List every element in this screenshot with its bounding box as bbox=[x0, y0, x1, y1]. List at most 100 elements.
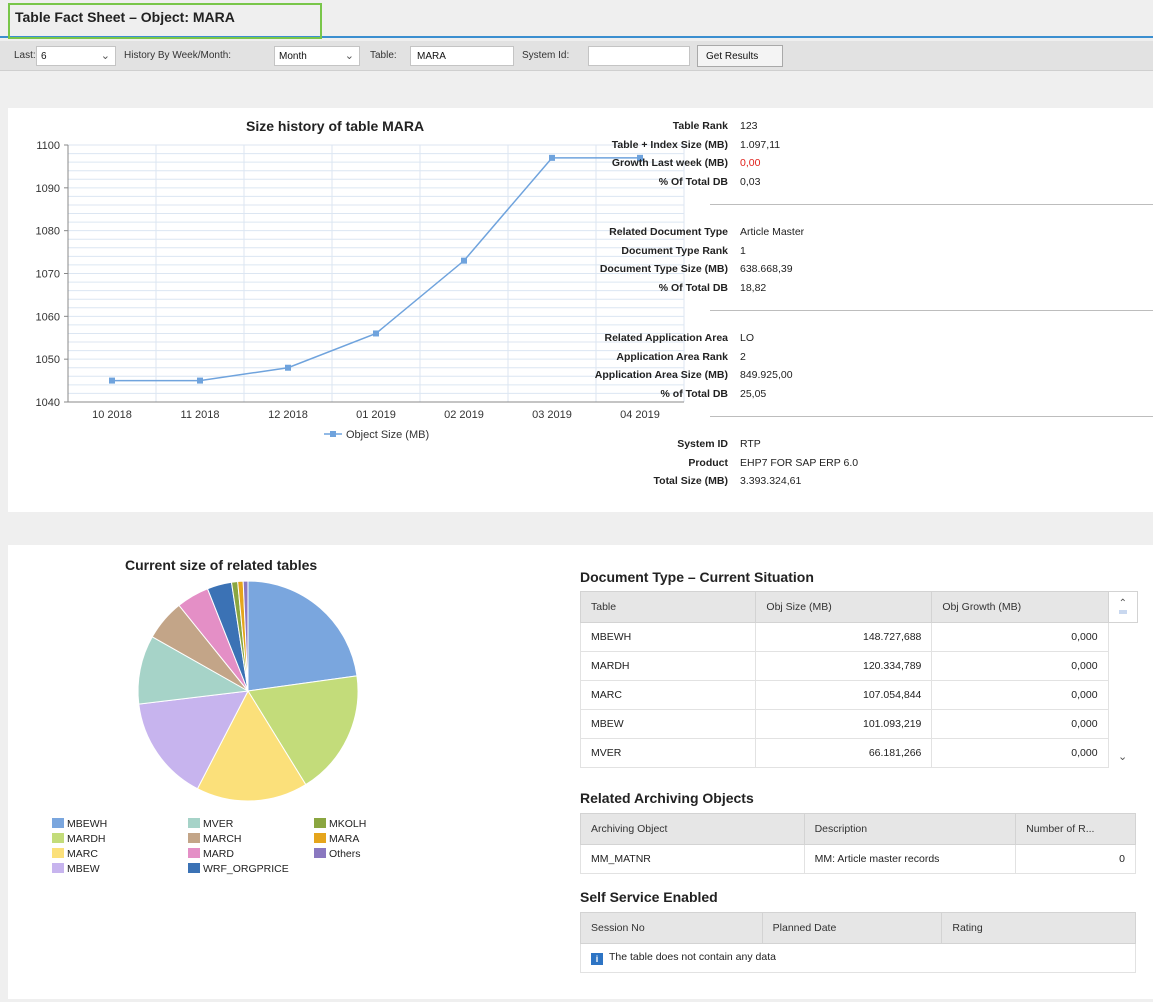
fact-label: % of Total DB bbox=[660, 387, 728, 400]
legend-item[interactable]: Others bbox=[314, 848, 361, 860]
table-row[interactable]: MBEWH 148.727,688 0,000 bbox=[579, 622, 1138, 652]
table-row[interactable]: MARC 107.054,844 0,000 bbox=[579, 680, 1138, 710]
table-input[interactable]: MARA bbox=[410, 46, 514, 66]
table-row[interactable]: MM_MATNR MM: Article master records 0 bbox=[580, 844, 1136, 874]
scroll-track[interactable] bbox=[1107, 651, 1138, 681]
self-service-title: Self Service Enabled bbox=[580, 889, 718, 905]
fact-value: 3.393.324,61 bbox=[740, 475, 802, 487]
table-overview-panel: Size history of table MARA 1040 1050 1060 1… bbox=[8, 108, 1153, 512]
number-cell: 0 bbox=[1015, 844, 1136, 874]
table-name-cell: MBEWH bbox=[579, 622, 757, 652]
description-cell: MM: Article master records bbox=[803, 844, 1017, 874]
facts-panel: Table Rank 123 Table + Index Size (MB) 1.09… bbox=[468, 108, 1153, 512]
col-header-description[interactable]: Description bbox=[803, 813, 1017, 845]
table-label: Table: bbox=[370, 50, 397, 61]
history-select[interactable]: Month ⌄ bbox=[274, 46, 360, 66]
legend-item[interactable]: WRF_ORGPRICE bbox=[188, 863, 289, 875]
legend-label: MARCH bbox=[203, 833, 242, 845]
legend-item[interactable]: MBEWH bbox=[52, 818, 107, 830]
legend-swatch bbox=[52, 818, 64, 828]
obj-growth-cell: 0,000 bbox=[931, 622, 1109, 652]
obj-size-cell: 66.181,266 bbox=[755, 738, 933, 768]
col-header-rating[interactable]: Rating bbox=[941, 912, 1136, 944]
col-header-table[interactable]: Table bbox=[579, 591, 757, 623]
data-point[interactable] bbox=[461, 257, 467, 264]
legend-swatch bbox=[188, 863, 200, 873]
scroll-down-icon[interactable]: ⌄ bbox=[1118, 750, 1127, 763]
system-id-label: System Id: bbox=[522, 50, 570, 61]
scroll-thumb[interactable] bbox=[1118, 610, 1127, 614]
legend-swatch bbox=[314, 848, 326, 858]
legend-label: MVER bbox=[203, 818, 234, 830]
scrollbar[interactable]: ⌃ bbox=[1107, 591, 1139, 623]
legend-swatch bbox=[52, 863, 64, 873]
fact-divider bbox=[710, 416, 1153, 417]
obj-size-cell: 120.334,789 bbox=[755, 651, 933, 681]
y-tick-label: 1070 bbox=[36, 269, 60, 281]
table-row[interactable]: MARDH 120.334,789 0,000 bbox=[579, 651, 1138, 681]
col-header-session-no[interactable]: Session No bbox=[580, 912, 763, 944]
y-tick-label: 1090 bbox=[36, 183, 60, 195]
self-service-table: Session No Planned Date Rating i The tabl… bbox=[580, 912, 1136, 973]
legend-item[interactable]: MARD bbox=[188, 848, 234, 860]
scroll-track[interactable] bbox=[1107, 709, 1138, 739]
fact-label: Application Area Rank bbox=[616, 350, 728, 363]
data-point[interactable] bbox=[109, 377, 115, 384]
chevron-down-icon: ⌄ bbox=[100, 50, 110, 62]
pie-slice[interactable] bbox=[247, 580, 358, 692]
fact-divider bbox=[710, 310, 1153, 311]
scroll-track[interactable] bbox=[1107, 622, 1138, 652]
related-tables-pie bbox=[137, 580, 359, 802]
legend-item[interactable]: MARCH bbox=[188, 833, 242, 845]
last-select[interactable]: 6 ⌄ bbox=[36, 46, 116, 66]
data-point[interactable] bbox=[373, 330, 379, 337]
x-tick-label: 12 2018 bbox=[268, 409, 308, 421]
legend-item[interactable]: MBEW bbox=[52, 863, 100, 875]
legend-item[interactable]: MARA bbox=[314, 833, 359, 845]
title-highlight: Table Fact Sheet – Object: MARA bbox=[8, 3, 322, 39]
title-bar: Table Fact Sheet – Object: MARA bbox=[0, 0, 1153, 39]
fact-label: Document Type Rank bbox=[621, 244, 728, 257]
fact-label: % Of Total DB bbox=[658, 175, 728, 188]
col-header-obj-growth[interactable]: Obj Growth (MB) bbox=[931, 591, 1109, 623]
fact-value: LO bbox=[740, 332, 755, 344]
scroll-up-icon[interactable]: ⌃ bbox=[1119, 599, 1127, 609]
get-results-button[interactable]: Get Results bbox=[697, 45, 783, 67]
fact-label: Table Rank bbox=[672, 120, 728, 132]
legend-label: WRF_ORGPRICE bbox=[203, 863, 289, 875]
fact-value: 1.097,11 bbox=[740, 138, 781, 151]
data-point[interactable] bbox=[285, 364, 291, 371]
col-header-archiving-object[interactable]: Archiving Object bbox=[580, 813, 805, 845]
fact-divider bbox=[710, 204, 1153, 205]
legend-marker bbox=[330, 431, 336, 437]
legend-item[interactable]: MARDH bbox=[52, 833, 106, 845]
fact-label: System ID bbox=[677, 438, 728, 450]
scroll-track[interactable] bbox=[1107, 680, 1138, 710]
fact-label: Related Application Area bbox=[604, 332, 729, 344]
legend-item[interactable]: MVER bbox=[188, 818, 233, 830]
legend-swatch bbox=[188, 848, 200, 858]
system-id-input[interactable] bbox=[588, 46, 690, 66]
table-name-cell: MBEW bbox=[579, 709, 757, 739]
legend-item[interactable]: MARC bbox=[52, 848, 98, 860]
col-header-number[interactable]: Number of R... bbox=[1015, 813, 1136, 845]
fact-value: 0,00 bbox=[740, 157, 761, 169]
fact-value: EHP7 FOR SAP ERP 6.0 bbox=[740, 456, 859, 469]
col-header-planned-date[interactable]: Planned Date bbox=[761, 912, 943, 944]
fact-label: Product bbox=[688, 456, 728, 469]
legend-label: MARC bbox=[67, 848, 98, 860]
table-row[interactable]: MBEW 101.093,219 0,000 bbox=[579, 709, 1138, 739]
col-header-obj-size[interactable]: Obj Size (MB) bbox=[755, 591, 933, 623]
data-point[interactable] bbox=[197, 377, 203, 384]
legend-swatch bbox=[52, 833, 64, 843]
legend-item[interactable]: MKOLH bbox=[314, 818, 366, 830]
last-label: Last: bbox=[14, 50, 36, 61]
legend-swatch bbox=[314, 818, 326, 828]
table-row[interactable]: MVER 66.181,266 0,000 bbox=[579, 738, 1138, 768]
archiving-table: Archiving Object Description Number of R… bbox=[580, 813, 1136, 874]
obj-growth-cell: 0,000 bbox=[931, 651, 1109, 681]
fact-label: Growth Last week (MB) bbox=[611, 157, 728, 169]
history-value: Month bbox=[279, 51, 307, 62]
legend-label: Others bbox=[329, 848, 361, 860]
fact-value: 0,03 bbox=[740, 175, 761, 188]
